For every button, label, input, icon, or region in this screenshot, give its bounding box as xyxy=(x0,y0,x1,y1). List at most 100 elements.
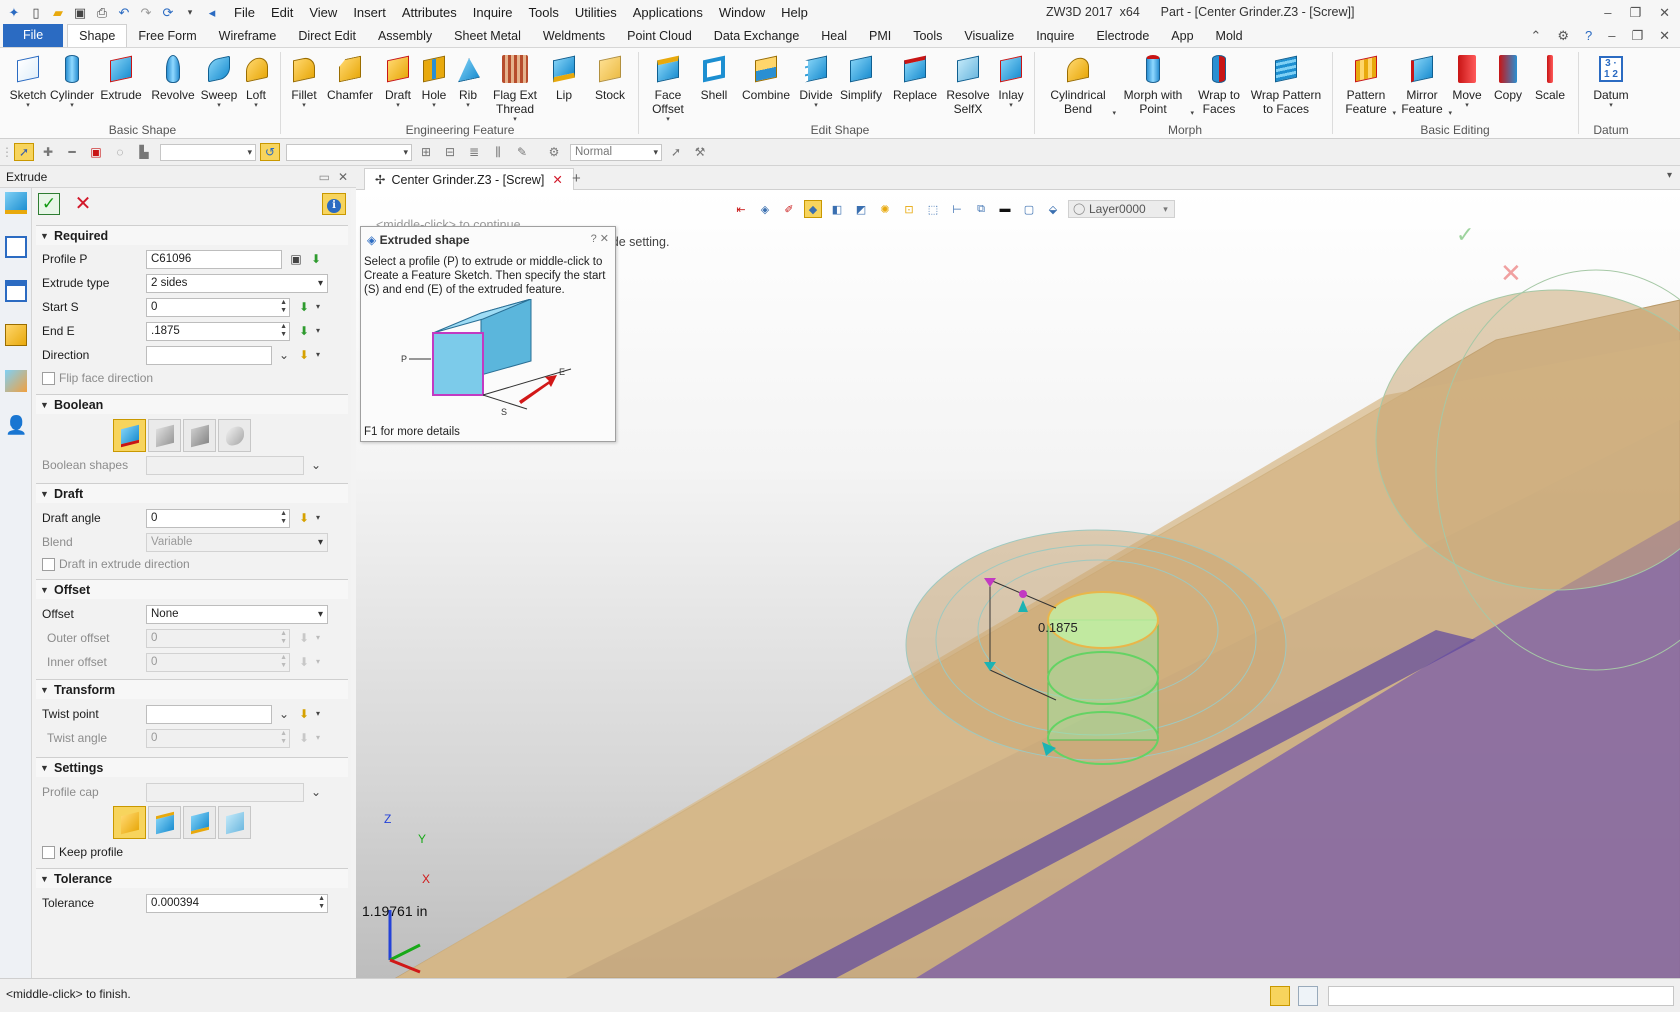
section-tolerance[interactable]: Tolerance xyxy=(36,868,348,889)
sketch-profile-icon[interactable]: ▣ xyxy=(288,251,304,267)
close-tab-icon[interactable]: ✕ xyxy=(552,173,562,187)
toggle-menu-icon[interactable]: ◂ xyxy=(204,5,220,21)
menu-tools[interactable]: Tools xyxy=(521,0,567,25)
dimension-value[interactable]: 0.1875 xyxy=(1038,620,1078,635)
twist-point-dropdown-icon[interactable]: ▾ xyxy=(316,706,320,722)
pick-outer-offset-icon[interactable]: ⬇ xyxy=(296,630,312,646)
history-tree-icon[interactable] xyxy=(5,236,27,258)
filter-combo[interactable] xyxy=(160,143,256,161)
expand-chevron-icon[interactable]: ⌄ xyxy=(308,457,324,473)
end-options-dropdown-icon[interactable]: ▾ xyxy=(316,323,320,339)
inner-offset-dropdown-icon[interactable]: ▾ xyxy=(316,654,320,670)
morph-with-point-button[interactable]: Morph with Point ▾ xyxy=(1118,52,1194,117)
panel-dock-icon[interactable]: ▭ xyxy=(319,166,330,188)
customize-dropdown-icon[interactable]: ▾ xyxy=(182,5,198,21)
pick-twist-angle-icon[interactable]: ⬇ xyxy=(296,730,312,746)
menu-edit[interactable]: Edit xyxy=(263,0,301,25)
restore-icon[interactable]: ❐ xyxy=(1629,0,1641,25)
doc-minimize-icon[interactable]: – xyxy=(1608,28,1615,44)
sketch-view-icon[interactable]: ✐ xyxy=(780,200,798,218)
tab-wireframe[interactable]: Wireframe xyxy=(208,25,288,47)
menu-attributes[interactable]: Attributes xyxy=(394,0,465,25)
profile-cap-field[interactable] xyxy=(146,783,304,802)
spinner-icon[interactable]: ▲ ▼ xyxy=(280,730,287,746)
tab-free-form[interactable]: Free Form xyxy=(127,25,207,47)
rib-button[interactable]: Rib ▾ xyxy=(452,52,484,110)
chamfer-button[interactable]: Chamfer xyxy=(325,52,375,102)
cursor-icon[interactable]: ➚ xyxy=(666,143,686,161)
pick-inner-offset-icon[interactable]: ⬇ xyxy=(296,654,312,670)
fillet-button[interactable]: Fillet ▾ xyxy=(286,52,322,110)
loft-button[interactable]: Loft ▾ xyxy=(240,52,272,110)
filter-icon[interactable]: ▙ xyxy=(134,143,154,161)
section-view-icon[interactable]: ✺ xyxy=(876,200,894,218)
snap-grid-icon[interactable]: ⊞ xyxy=(416,143,436,161)
lip-button[interactable]: Lip xyxy=(546,52,582,102)
shaded-icon[interactable]: ◆ xyxy=(804,200,822,218)
line-style-icon[interactable]: ▬ xyxy=(996,200,1014,218)
outer-offset-field[interactable]: 0 ▲ ▼ xyxy=(146,629,290,648)
display-mode-combo[interactable]: Normal xyxy=(570,143,662,161)
end-field[interactable]: .1875 ▲ ▼ xyxy=(146,322,290,341)
twist-point-field[interactable] xyxy=(146,705,272,724)
close-window-icon[interactable]: ✕ xyxy=(1659,0,1670,25)
menu-utilities[interactable]: Utilities xyxy=(567,0,625,25)
feature-manager-icon[interactable] xyxy=(5,192,27,214)
start-field[interactable]: 0 ▲ ▼ xyxy=(146,298,290,317)
profile-field[interactable]: C61096 xyxy=(146,250,282,269)
cap-option-4-button[interactable] xyxy=(218,806,251,839)
flip-face-checkbox[interactable]: Flip face direction xyxy=(42,368,302,388)
status-list-icon[interactable] xyxy=(1298,986,1318,1006)
tab-mold[interactable]: Mold xyxy=(1205,25,1254,47)
face-offset-button[interactable]: Face Offset ▾ xyxy=(644,52,692,124)
spinner-icon[interactable]: ▲ ▼ xyxy=(280,299,287,315)
pick-draft-icon[interactable]: ⬇ xyxy=(296,510,312,526)
settings-gear-icon[interactable]: ⚙ xyxy=(1557,28,1569,44)
move-button[interactable]: Move ▾ xyxy=(1450,52,1484,110)
pick-profile-icon[interactable]: ⬇ xyxy=(308,251,324,267)
draft-angle-field[interactable]: 0 ▲ ▼ xyxy=(146,509,290,528)
new-file-icon[interactable]: ▯ xyxy=(28,5,44,21)
tab-heal[interactable]: Heal xyxy=(810,25,858,47)
pin-tab-icon[interactable]: ✢ xyxy=(375,173,385,187)
tab-inquire[interactable]: Inquire xyxy=(1025,25,1085,47)
mirror-feature-button[interactable]: Mirror Feature ▾ xyxy=(1394,52,1452,117)
doc-close-icon[interactable]: ✕ xyxy=(1659,28,1670,44)
section-required[interactable]: Required xyxy=(36,225,348,246)
tab-visualize[interactable]: Visualize xyxy=(953,25,1025,47)
tab-point-cloud[interactable]: Point Cloud xyxy=(616,25,703,47)
view-cube-icon[interactable]: ◩ xyxy=(852,200,870,218)
menu-window[interactable]: Window xyxy=(711,0,773,25)
viewport-ok-icon[interactable]: ✓ xyxy=(1456,222,1474,248)
tool-options-icon[interactable]: ⚒ xyxy=(690,143,710,161)
view-orient-icon[interactable]: ◈ xyxy=(756,200,774,218)
boolean-add-button[interactable] xyxy=(148,419,181,452)
part-icon[interactable] xyxy=(5,324,27,346)
add-selection-icon[interactable]: ✚ xyxy=(38,143,58,161)
extrude-type-select[interactable]: 2 sides xyxy=(146,274,328,293)
keep-profile-checkbox[interactable]: Keep profile xyxy=(42,842,302,862)
select-box-icon[interactable]: ▣ xyxy=(86,143,106,161)
start-options-dropdown-icon[interactable]: ▾ xyxy=(316,299,320,315)
help-icon[interactable]: ? xyxy=(1585,28,1592,44)
cap-option-1-button[interactable] xyxy=(113,806,146,839)
tab-assembly[interactable]: Assembly xyxy=(367,25,443,47)
3d-viewport[interactable]: ⇤ ◈ ✐ ◆ ◧ ◩ ✺ ⊡ ⬚ ⊢ ⧉ ▬ ▢ ⬙ Layer0000 <m… xyxy=(356,190,1680,978)
menu-insert[interactable]: Insert xyxy=(345,0,394,25)
datum-button[interactable]: 3 · 1 2 Datum ▾ xyxy=(1590,52,1632,110)
draft-button[interactable]: Draft ▾ xyxy=(380,52,416,110)
zoom-window-icon[interactable]: ⬚ xyxy=(924,200,942,218)
section-transform[interactable]: Transform xyxy=(36,679,348,700)
menu-file[interactable]: File xyxy=(226,0,263,25)
add-tab-icon[interactable]: + xyxy=(572,168,581,190)
flag-ext-thread-button[interactable]: Flag Ext Thread ▾ xyxy=(490,52,540,124)
expand-chevron-icon[interactable]: ⌄ xyxy=(276,347,292,363)
blend-select[interactable]: Variable xyxy=(146,533,328,552)
direction-field[interactable] xyxy=(146,346,272,365)
doc-restore-icon[interactable]: ❐ xyxy=(1631,28,1643,44)
panel-close-icon[interactable]: ✕ xyxy=(338,166,348,188)
tab-direct-edit[interactable]: Direct Edit xyxy=(287,25,367,47)
smart-pick-icon[interactable]: ↺ xyxy=(260,143,280,161)
draft-options-dropdown-icon[interactable]: ▾ xyxy=(316,510,320,526)
resolve-selfx-button[interactable]: Resolve SelfX xyxy=(944,52,992,116)
